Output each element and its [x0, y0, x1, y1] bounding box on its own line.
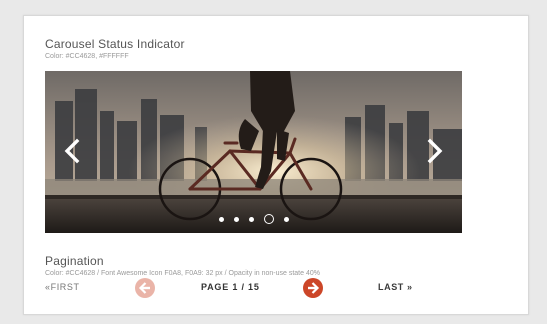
pagination-page-label: PAGE 1 / 15 [201, 282, 260, 292]
carousel-section-title: Carousel Status Indicator [45, 37, 185, 51]
carousel-section-subtitle: Color: #CC4628, #FFFFFF [45, 53, 129, 60]
pagination-bar: «FIRST PAGE 1 / 15 LAST » [21, 278, 441, 300]
component-spec-card: Carousel Status Indicator Color: #CC4628… [23, 15, 529, 315]
pagination-next-button[interactable] [303, 278, 323, 298]
carousel-next-button[interactable] [424, 137, 446, 165]
carousel-prev-button[interactable] [61, 137, 83, 165]
pagination-section-subtitle: Color: #CC4628 / Font Awesome Icon F0A8,… [45, 270, 320, 277]
arrow-circle-left-icon [135, 278, 155, 298]
arrow-circle-right-icon [303, 278, 323, 298]
pagination-prev-button[interactable] [135, 278, 155, 298]
carousel-dot-1[interactable] [218, 216, 224, 222]
chevron-left-icon [64, 138, 80, 164]
carousel-dot-4-active[interactable] [263, 214, 274, 224]
pagination-section-title: Pagination [45, 254, 104, 268]
carousel-dot-2[interactable] [233, 216, 239, 222]
carousel-dot-5[interactable] [283, 216, 289, 222]
image-carousel[interactable] [45, 71, 462, 233]
chevron-right-icon [427, 138, 443, 164]
carousel-status-indicator [45, 213, 462, 225]
pagination-last-link[interactable]: LAST » [378, 282, 413, 292]
pagination-first-link[interactable]: «FIRST [45, 282, 80, 292]
carousel-image [45, 71, 462, 233]
carousel-dot-3[interactable] [248, 216, 254, 222]
